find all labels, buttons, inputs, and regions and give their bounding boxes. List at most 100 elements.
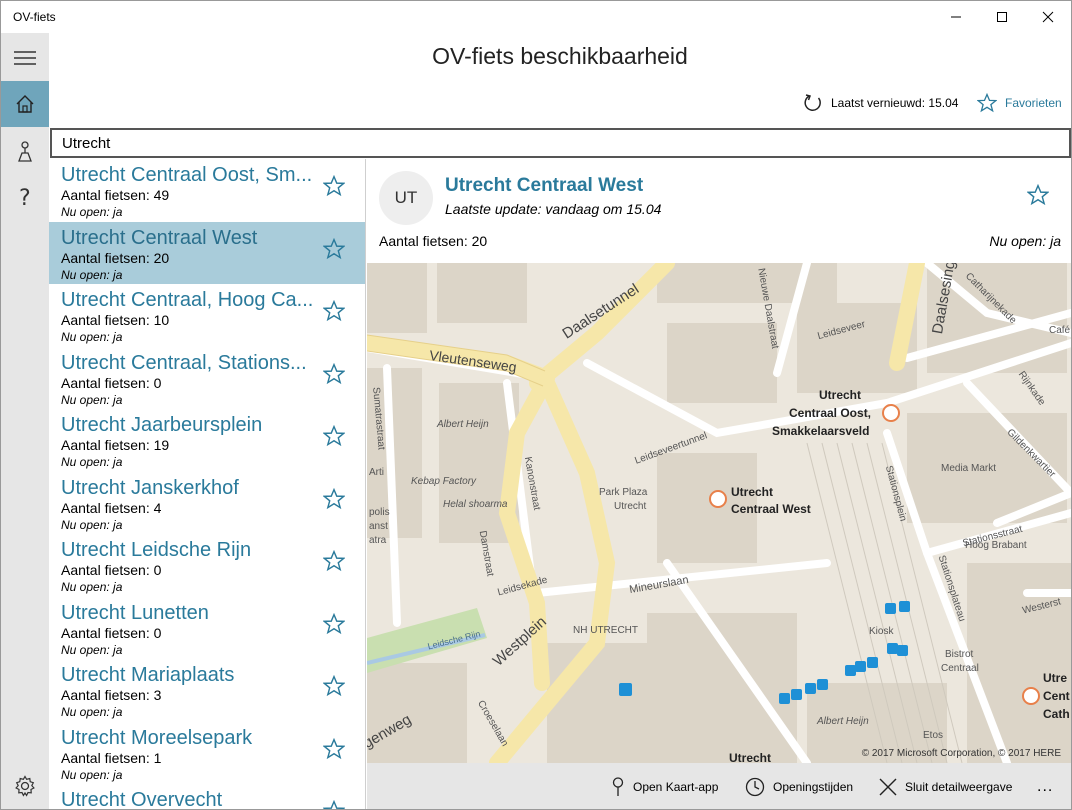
station-name: Utrecht Leidsche Rijn [61, 539, 252, 561]
poi-label: Utrecht [614, 501, 647, 512]
station-list-item[interactable]: Utrecht Centraal, Hoog Ca... Aantal fiets… [49, 284, 365, 347]
help-icon: ? [19, 187, 31, 209]
marker-label: Smakkelaarsveld [772, 424, 870, 438]
station-name: Utrecht Centraal, Stations... [61, 351, 307, 374]
poi-label: Park Plaza [599, 487, 648, 498]
station-name: Utrecht Overvecht [61, 789, 223, 810]
favorite-toggle-button[interactable] [322, 424, 346, 452]
station-list-item[interactable]: Utrecht Jaarbeursplein Aantal fietsen: 19… [49, 409, 365, 472]
station-list-item[interactable]: Utrecht Overvecht [49, 784, 365, 810]
station-marker-icon[interactable] [881, 403, 901, 423]
station-marker-icon[interactable] [708, 489, 728, 509]
star-outline-icon [322, 299, 346, 322]
poi-label: Café [1049, 325, 1071, 336]
station-name: Utrecht Mariaplaats [61, 664, 235, 686]
star-outline-icon [322, 424, 346, 447]
station-name: Utrecht Janskerkhof [61, 476, 239, 499]
favorites-button[interactable]: Favorieten [977, 93, 1062, 113]
poi-label: Hoog Brabant [965, 540, 1027, 551]
favorite-toggle-button[interactable] [322, 549, 346, 577]
nav-help-button[interactable]: ? [1, 175, 49, 221]
station-bike-count: Aantal fietsen: 10 [61, 312, 170, 328]
marker-label: Cath [1043, 707, 1070, 721]
favorite-toggle-button[interactable] [322, 237, 346, 265]
marker-label: Utrecht [731, 485, 774, 499]
station-avatar: UT [379, 171, 433, 225]
map-view[interactable]: Daalsetunnel Vleutenseweg Daalsesingel N… [367, 263, 1071, 763]
station-list-item[interactable]: Utrecht Janskerkhof Aantal fietsen: 4 Nu o… [49, 472, 365, 535]
marker-label: Centraal West [731, 502, 811, 516]
station-list-item[interactable]: Utrecht Centraal Oost, Sm... Aantal fiets… [49, 159, 365, 222]
station-name: Utrecht Jaarbeursplein [61, 414, 263, 436]
station-open-status: Nu open: ja [61, 330, 123, 344]
minimize-button[interactable] [933, 1, 979, 33]
favorite-toggle-button[interactable] [322, 612, 346, 640]
marker-label: Cent [1043, 689, 1070, 703]
hamburger-icon [14, 51, 36, 65]
more-button[interactable]: ... [1037, 763, 1053, 809]
star-outline-icon [322, 612, 346, 634]
station-list-item[interactable]: Utrecht Leidsche Rijn Aantal fietsen: 0 Nu… [49, 534, 365, 597]
station-list-item[interactable]: Utrecht Moreelsepark Aantal fietsen: 1 Nu … [49, 722, 365, 785]
star-outline-icon [322, 549, 346, 572]
street-label: atra [369, 535, 387, 546]
station-open-status: Nu open: ja [61, 705, 123, 719]
station-name: Utrecht Centraal West [61, 226, 258, 249]
station-bike-count: Aantal fietsen: 1 [61, 749, 162, 766]
marker-label: Utre [1043, 671, 1068, 685]
poi-label: Etos [923, 730, 944, 741]
detail-bike-count: Aantal fietsen: 20 [379, 233, 488, 249]
favorite-toggle-button[interactable] [322, 362, 346, 390]
station-bike-count: Aantal fietsen: 19 [61, 437, 170, 453]
search-input[interactable]: Utrecht [50, 128, 1071, 158]
poi-label: Albert Heijn [437, 419, 489, 430]
star-outline-icon [322, 487, 346, 509]
open-map-app-label: Open Kaart-app [633, 780, 719, 794]
page-title: OV-fiets beschikbaarheid [432, 43, 688, 69]
hamburger-menu-button[interactable] [1, 35, 49, 81]
station-list-item[interactable]: Utrecht Centraal West Aantal fietsen: 20 N… [49, 221, 365, 284]
station-bike-count: Aantal fietsen: 4 [61, 499, 162, 516]
open-map-app-button[interactable]: Open Kaart-app [611, 763, 719, 809]
station-marker-icon[interactable] [1021, 686, 1041, 706]
nav-map-button[interactable] [1, 129, 49, 175]
favorite-toggle-button[interactable] [322, 299, 346, 327]
minimize-icon [951, 16, 961, 18]
station-list-item[interactable]: Utrecht Mariaplaats Aantal fietsen: 3 Nu o… [49, 659, 365, 722]
settings-button[interactable] [1, 763, 49, 809]
maximize-button[interactable] [979, 1, 1025, 33]
marker-label: Utrecht [819, 388, 862, 402]
star-outline-icon [322, 737, 346, 759]
close-detail-label: Sluit detailweergave [905, 780, 1013, 794]
bike-parking-icon [619, 683, 632, 696]
map-canvas [367, 263, 1071, 763]
close-button[interactable] [1025, 1, 1071, 33]
favorite-toggle-button[interactable] [322, 174, 346, 202]
navigation-rail: ? [1, 33, 49, 809]
detail-open-status: Nu open: ja [989, 233, 1061, 249]
station-list-item[interactable]: Utrecht Lunetten Aantal fietsen: 0 Nu open… [49, 597, 365, 660]
favorite-toggle-button[interactable] [322, 737, 346, 765]
favorite-toggle-button[interactable] [322, 799, 346, 809]
gear-icon [15, 775, 35, 797]
close-detail-button[interactable]: Sluit detailweergave [879, 763, 1013, 809]
favorite-toggle-button[interactable] [322, 674, 346, 702]
opening-hours-button[interactable]: Openingstijden [745, 763, 853, 809]
refresh-button[interactable]: Laatst vernieuwd: 15.04 [803, 93, 958, 113]
station-open-status: Nu open: ja [61, 580, 123, 594]
favorite-toggle-button[interactable] [322, 487, 346, 515]
app-title: OV-fiets [13, 10, 56, 24]
station-open-status: Nu open: ja [61, 767, 123, 782]
station-open-status: Nu open: ja [61, 392, 123, 407]
station-list: Utrecht Centraal Oost, Sm... Aantal fiets… [49, 159, 366, 810]
star-outline-icon [322, 237, 346, 259]
star-outline-icon [322, 799, 346, 809]
marker-label: Utrecht [729, 751, 772, 763]
command-bar: Open Kaart-app Openingstijden Sluit deta… [367, 763, 1071, 809]
detail-pane: UT Utrecht Centraal West Laatste update:… [367, 159, 1071, 809]
close-icon [1042, 11, 1054, 23]
refresh-label: Laatst vernieuwd: 15.04 [831, 96, 959, 110]
station-list-item[interactable]: Utrecht Centraal, Stations... Aantal fiet… [49, 347, 365, 410]
detail-favorite-button[interactable] [1026, 183, 1050, 211]
nav-home-button[interactable] [1, 81, 49, 127]
